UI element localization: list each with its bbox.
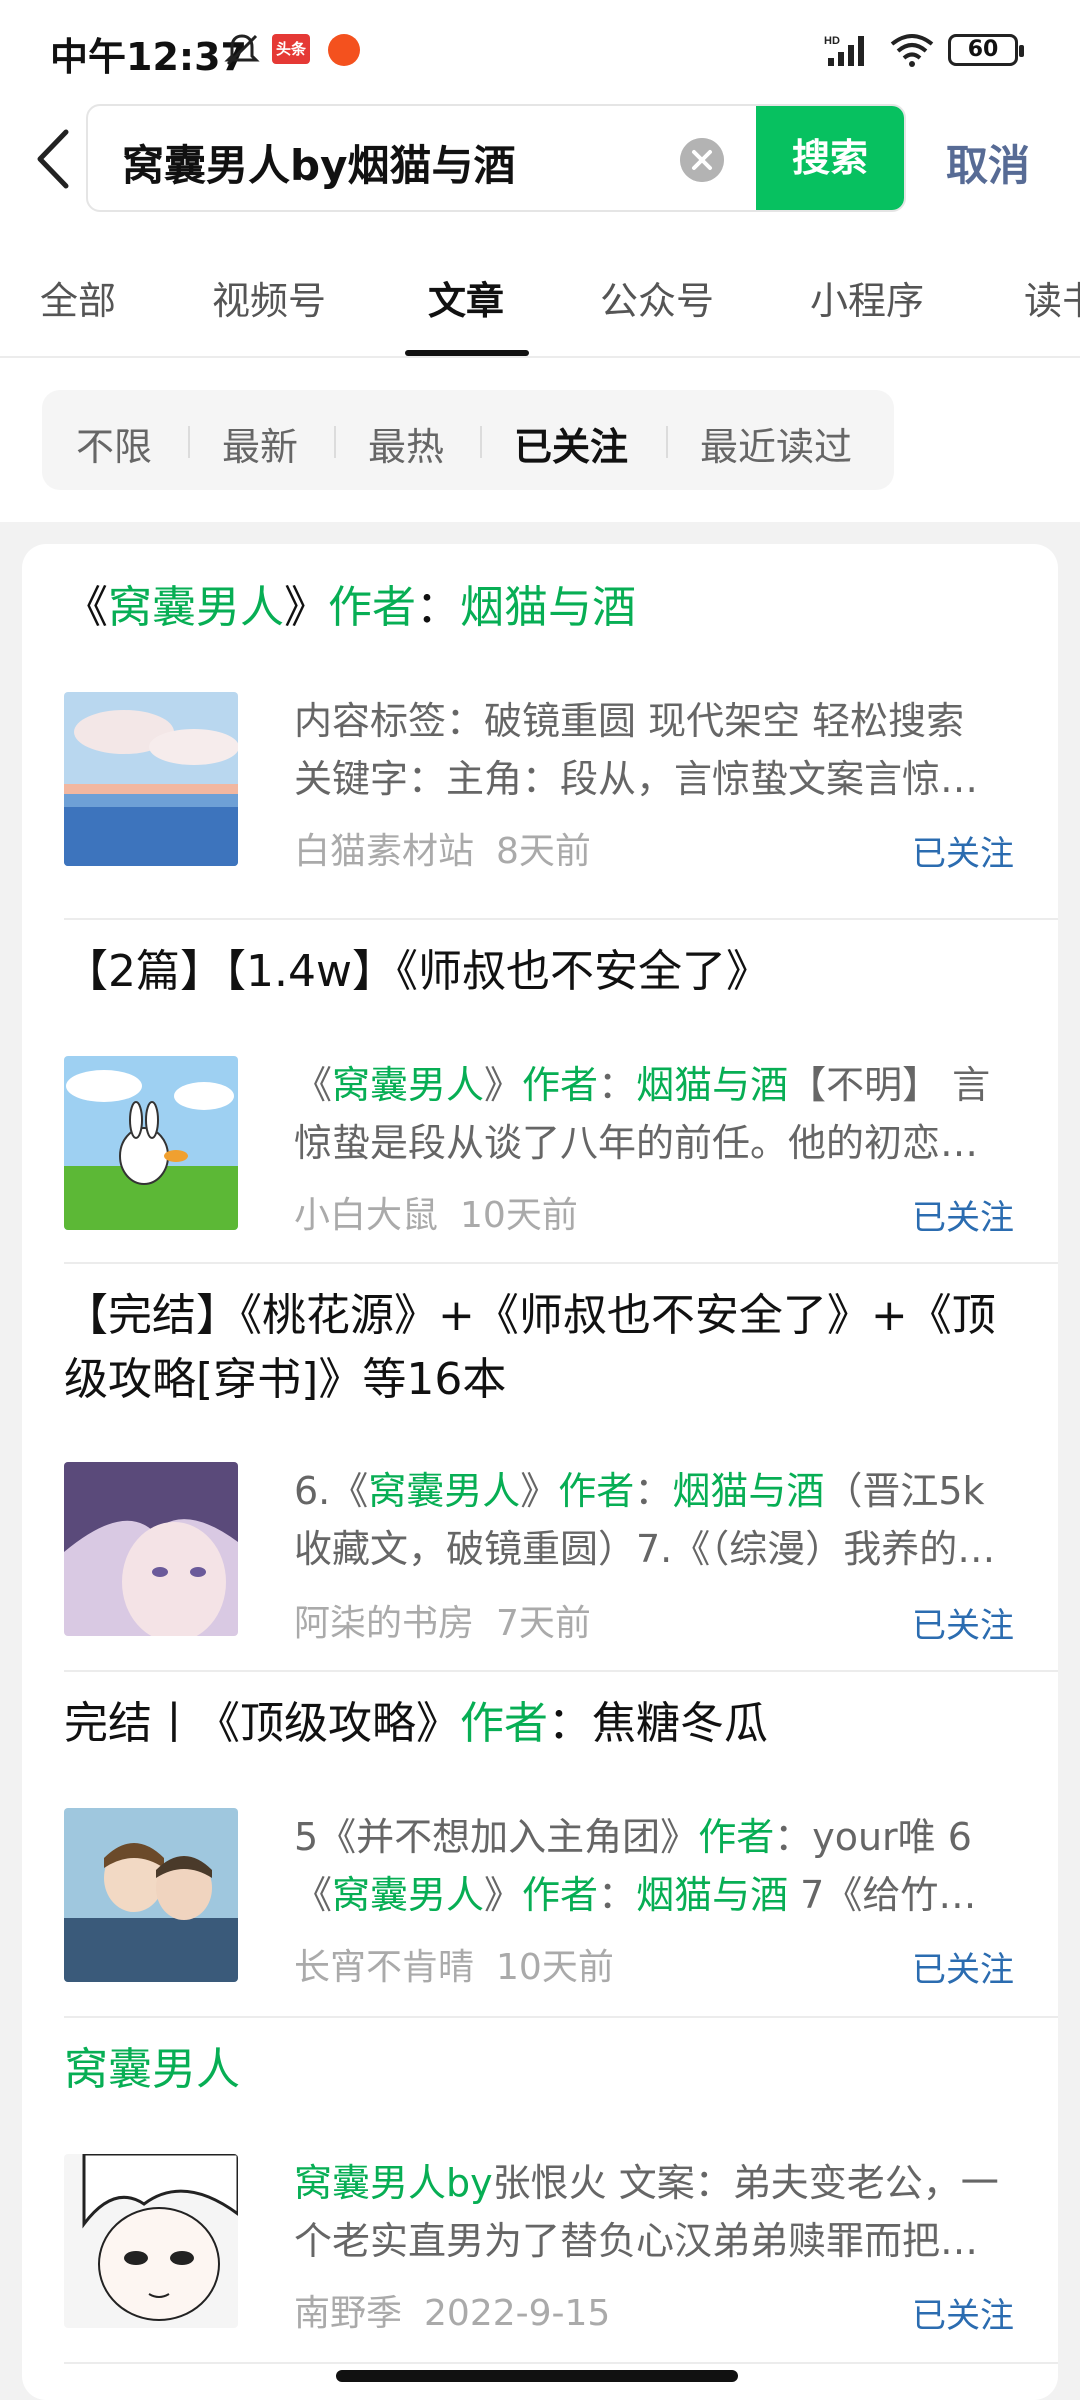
results-list: 《窝囊男人》作者：烟猫与酒 内容标签：破镜重圆 现代架空 轻松搜索 关键字：主角… bbox=[22, 544, 1058, 2400]
result-title[interactable]: 窝囊男人 bbox=[64, 2038, 240, 2102]
tab-all[interactable]: 全部 bbox=[40, 270, 116, 325]
source-name[interactable]: 阿柒的书房 bbox=[294, 1603, 474, 1644]
toutiao-app-icon: 头条 bbox=[272, 34, 310, 64]
source-name[interactable]: 小白大鼠 bbox=[294, 1195, 438, 1236]
search-button[interactable]: 搜索 bbox=[756, 106, 904, 210]
filter-divider bbox=[334, 426, 336, 458]
result-snippet: 《窝囊男人》作者：烟猫与酒【不明】 言 惊蛰是段从谈了八年的前任。他的初恋… bbox=[294, 1063, 991, 1165]
status-bar: 中午12:37 头条 HD 60 bbox=[0, 0, 1080, 100]
result-source: 小白大鼠 10天前 bbox=[294, 1186, 578, 1238]
filter-latest[interactable]: 最新 bbox=[222, 416, 298, 471]
tab-channels[interactable]: 视频号 bbox=[212, 270, 326, 325]
result-source: 白猫素材站 8天前 bbox=[294, 822, 591, 874]
tab-books[interactable]: 读书 bbox=[1024, 270, 1080, 325]
result-snippet: 窝囊男人by张恨火 文案：弟夫变老公，一 个老实直男为了替负心汉弟弟赎罪而把… bbox=[294, 2161, 999, 2263]
divider bbox=[64, 2362, 1058, 2364]
article-thumbnail[interactable] bbox=[64, 1056, 238, 1230]
followed-badge: 已关注 bbox=[912, 1950, 1014, 1990]
result-title-continued[interactable]: 级攻略[穿书]》等16本 bbox=[64, 1348, 506, 1412]
result-title[interactable]: 完结丨《顶级攻略》作者：焦糖冬瓜 bbox=[64, 1692, 768, 1756]
followed-badge: 已关注 bbox=[912, 1606, 1014, 1646]
source-name[interactable]: 南野季 bbox=[294, 2293, 402, 2334]
publish-time: 8天前 bbox=[496, 831, 591, 872]
svg-text:HD: HD bbox=[824, 35, 840, 47]
result-title[interactable]: 【2篇】【1.4w】《师叔也不安全了》 bbox=[64, 940, 770, 1004]
filter-divider bbox=[666, 426, 668, 458]
active-tab-indicator bbox=[405, 350, 529, 356]
publish-time: 10天前 bbox=[460, 1195, 578, 1236]
followed-badge: 已关注 bbox=[912, 1198, 1014, 1238]
followed-badge: 已关注 bbox=[912, 2296, 1014, 2336]
app-notification-icon bbox=[328, 34, 360, 66]
result-source: 阿柒的书房 7天前 bbox=[294, 1594, 591, 1646]
home-indicator[interactable] bbox=[336, 2370, 738, 2382]
source-name[interactable]: 长宵不肯晴 bbox=[294, 1947, 474, 1988]
wifi-icon bbox=[890, 34, 934, 67]
back-arrow-icon[interactable] bbox=[30, 126, 80, 192]
mute-bell-icon bbox=[224, 34, 260, 66]
result-snippet: 6.《窝囊男人》作者：烟猫与酒（晋江5k 收藏文，破镜重圆）7.《（综漫）我养的… bbox=[294, 1469, 996, 1571]
list-item[interactable]: 【完结】《桃花源》+《师叔也不安全了》+《顶 级攻略[穿书]》等16本 6.《窝… bbox=[64, 1264, 1058, 1672]
filter-divider bbox=[480, 426, 482, 458]
search-input[interactable]: 窝囊男人by烟猫与酒 搜索 bbox=[86, 104, 906, 212]
tab-articles[interactable]: 文章 bbox=[428, 270, 504, 325]
cancel-button[interactable]: 取消 bbox=[946, 132, 1030, 193]
followed-badge: 已关注 bbox=[912, 834, 1014, 874]
list-item[interactable]: 《窝囊男人》作者：烟猫与酒 内容标签：破镜重圆 现代架空 轻松搜索 关键字：主角… bbox=[64, 574, 1058, 920]
publish-time: 7天前 bbox=[496, 1603, 591, 1644]
tab-official-accounts[interactable]: 公众号 bbox=[600, 270, 714, 325]
search-query-text[interactable]: 窝囊男人by烟猫与酒 bbox=[122, 132, 515, 193]
status-time: 中午12:37 bbox=[50, 35, 247, 79]
result-title[interactable]: 《窝囊男人》作者：烟猫与酒 bbox=[64, 576, 636, 640]
filter-hottest[interactable]: 最热 bbox=[368, 416, 444, 471]
article-thumbnail[interactable] bbox=[64, 1808, 238, 1982]
article-thumbnail[interactable] bbox=[64, 692, 238, 866]
result-title[interactable]: 【完结】《桃花源》+《师叔也不安全了》+《顶 bbox=[64, 1284, 996, 1348]
source-name[interactable]: 白猫素材站 bbox=[294, 831, 474, 872]
result-snippet: 内容标签：破镜重圆 现代架空 轻松搜索 关键字：主角：段从，言惊蛰文案言惊… bbox=[294, 699, 979, 801]
category-tabs: 全部 视频号 文章 公众号 小程序 读书 bbox=[0, 262, 1080, 358]
filter-followed[interactable]: 已关注 bbox=[514, 416, 628, 471]
filter-bar: 不限 最新 最热 已关注 最近读过 bbox=[42, 390, 894, 490]
clear-search-icon[interactable] bbox=[680, 138, 724, 182]
tab-mini-programs[interactable]: 小程序 bbox=[810, 270, 924, 325]
filter-divider bbox=[188, 426, 190, 458]
cellular-signal-icon: HD bbox=[824, 35, 864, 66]
list-item[interactable]: 【2篇】【1.4w】《师叔也不安全了》 《窝囊男人》作者：烟猫与酒【不明】 言 … bbox=[64, 920, 1058, 1264]
publish-time: 2022-9-15 bbox=[424, 2293, 611, 2334]
result-source: 南野季 2022-9-15 bbox=[294, 2284, 610, 2336]
article-thumbnail[interactable] bbox=[64, 1462, 238, 1636]
battery-icon: 60 bbox=[948, 34, 1024, 66]
list-item[interactable]: 窝囊男人 窝囊男人by张恨火 文案：弟夫变老公，一 个老实直男为了替负心汉弟弟赎… bbox=[64, 2018, 1058, 2364]
article-thumbnail[interactable] bbox=[64, 2154, 238, 2328]
filter-recently-read[interactable]: 最近读过 bbox=[700, 416, 852, 471]
result-source: 长宵不肯晴 10天前 bbox=[294, 1938, 614, 1990]
result-snippet: 5《并不想加入主角团》作者：your唯 6 《窝囊男人》作者：烟猫与酒 7《给竹… bbox=[294, 1815, 977, 1917]
list-item[interactable]: 完结丨《顶级攻略》作者：焦糖冬瓜 5《并不想加入主角团》作者：your唯 6 《… bbox=[64, 1672, 1058, 2018]
publish-time: 10天前 bbox=[496, 1947, 614, 1988]
filter-any[interactable]: 不限 bbox=[76, 416, 152, 471]
